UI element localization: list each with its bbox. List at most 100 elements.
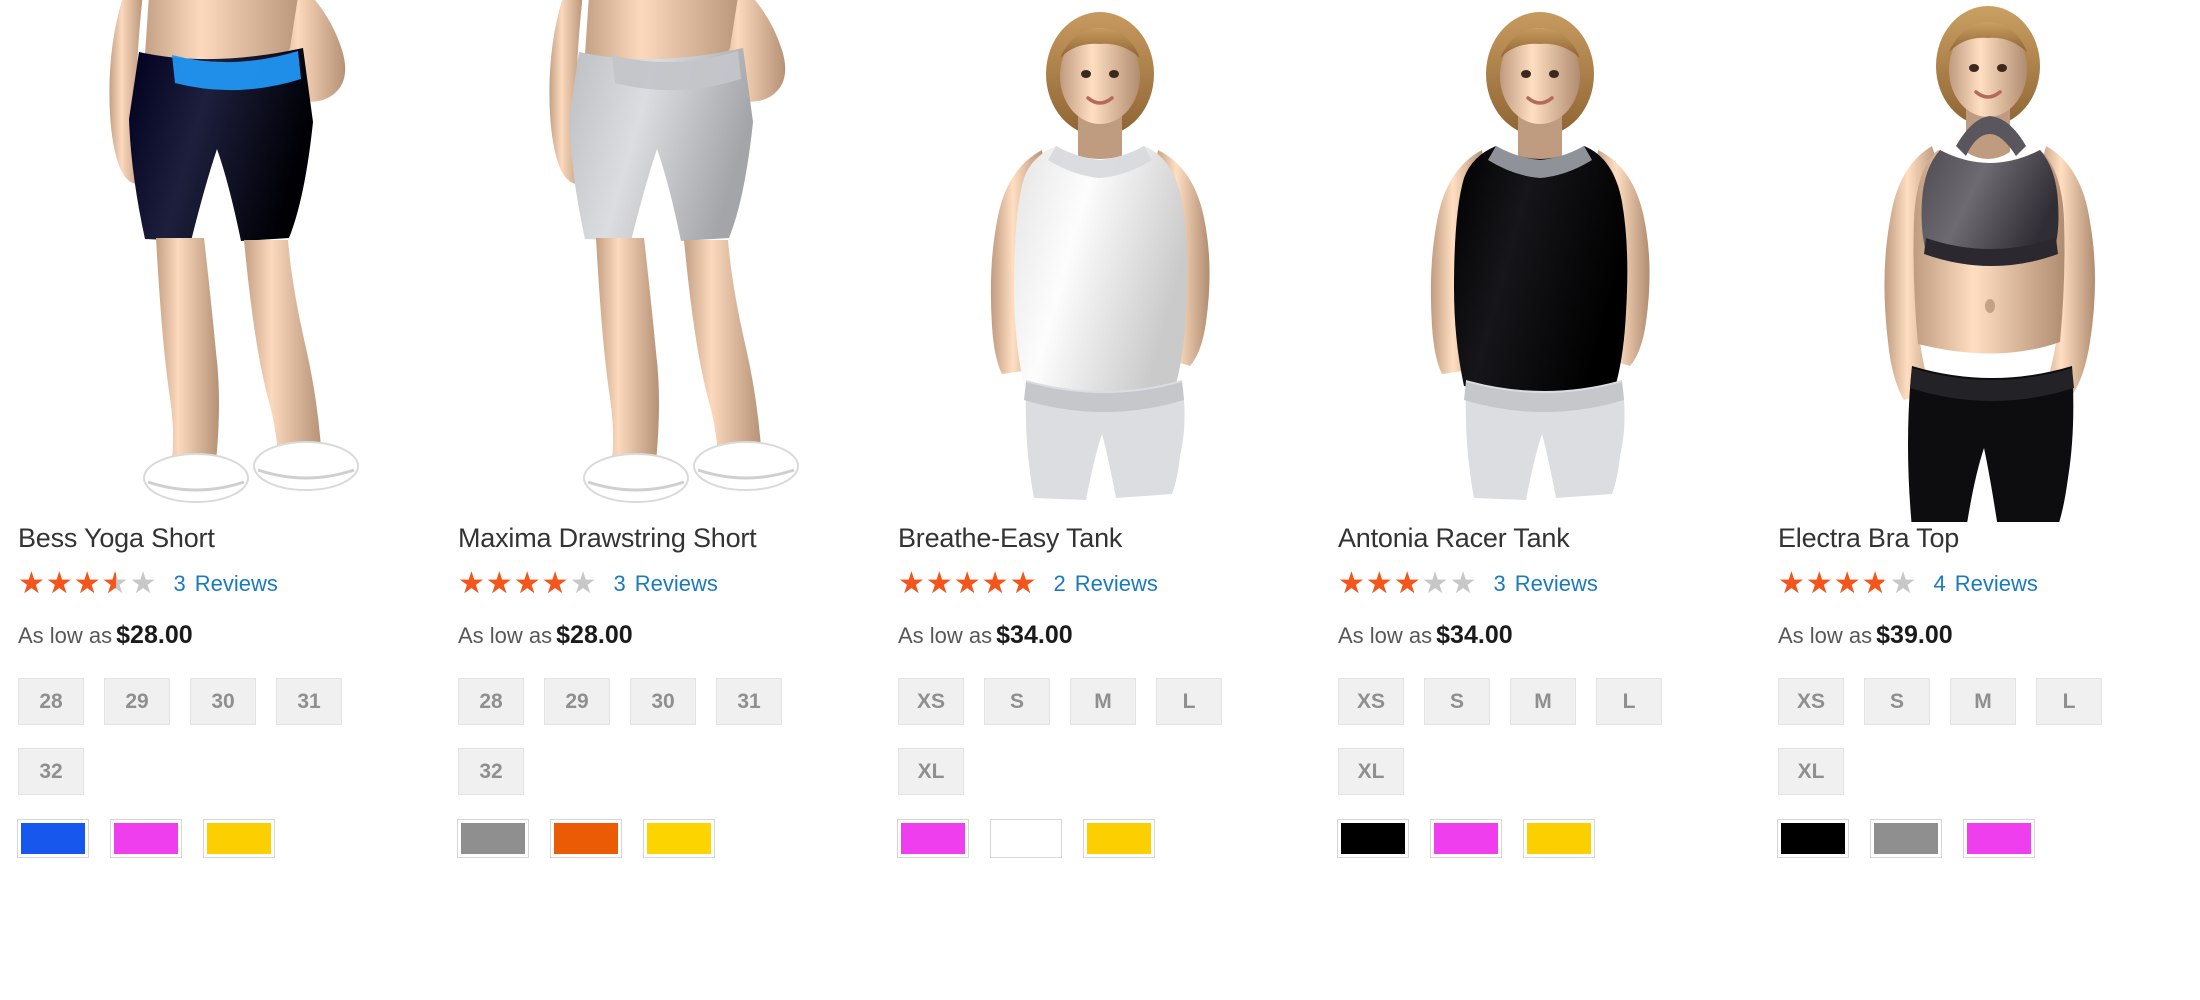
product-info: Electra Bra Top ★★★★★★★★★★ 4 Reviews As low … — [1760, 522, 2200, 858]
color-swatch-option[interactable] — [643, 819, 715, 858]
size-swatch-group: 28 29 30 31 32 — [458, 678, 858, 818]
price-amount: $28.00 — [556, 621, 633, 649]
size-swatch-option[interactable]: XL — [898, 748, 964, 795]
product-photo-link[interactable] — [0, 0, 440, 522]
color-swatch-option[interactable] — [1430, 819, 1502, 858]
product-card[interactable]: Maxima Drawstring Short ★★★★★★★★★★ 3 Review… — [440, 0, 880, 1000]
color-swatch-option[interactable] — [1083, 819, 1155, 858]
star-rating-filled: ★★★★★ — [1338, 570, 1422, 598]
star-rating[interactable]: ★★★★★★★★★★ — [18, 569, 157, 599]
color-swatch-option[interactable] — [203, 819, 275, 858]
color-swatch-group — [1337, 819, 1742, 858]
size-swatch-option[interactable]: 32 — [18, 748, 84, 795]
product-name-link[interactable]: Electra Bra Top — [1778, 523, 1959, 553]
product-card[interactable]: Antonia Racer Tank ★★★★★★★★★★ 3 Reviews As l… — [1320, 0, 1760, 1000]
size-swatch-option[interactable]: 32 — [458, 748, 524, 795]
product-photo-link[interactable] — [1320, 0, 1760, 522]
size-swatch-option[interactable]: M — [1510, 678, 1576, 725]
price-row: As low as $28.00 — [18, 621, 422, 650]
product-name-link[interactable]: Maxima Drawstring Short — [458, 523, 757, 553]
price-prefix-label: As low as — [1338, 623, 1433, 648]
product-card[interactable]: Breathe-Easy Tank ★★★★★ ★★★★★ 2 Reviews As lo… — [880, 0, 1320, 1000]
reviews-link[interactable]: Reviews — [1955, 570, 2038, 598]
size-swatch-option[interactable]: 28 — [458, 678, 524, 725]
product-card[interactable]: Electra Bra Top ★★★★★★★★★★ 4 Reviews As low … — [1760, 0, 2200, 1000]
product-name-link[interactable]: Bess Yoga Short — [18, 523, 215, 553]
price-row: As low as $28.00 — [458, 621, 862, 650]
size-swatch-option[interactable]: XS — [898, 678, 964, 725]
product-info: Antonia Racer Tank ★★★★★★★★★★ 3 Reviews As l… — [1320, 522, 1760, 858]
reviews-link[interactable]: Reviews — [195, 570, 278, 598]
color-swatch-option[interactable] — [110, 819, 182, 858]
product-photo-link[interactable] — [440, 0, 880, 522]
size-swatch-option[interactable]: S — [1864, 678, 1930, 725]
star-rating[interactable]: ★★★★★★★★★★ — [458, 569, 597, 599]
size-swatch-option[interactable]: XL — [1778, 748, 1844, 795]
price-row: As low as $34.00 — [1338, 621, 1742, 650]
review-count[interactable]: 3 — [1493, 570, 1505, 598]
color-swatch-option[interactable] — [1870, 819, 1942, 858]
size-swatch-option[interactable]: 30 — [190, 678, 256, 725]
review-count[interactable]: 4 — [1933, 570, 1945, 598]
size-swatch-option[interactable]: 31 — [716, 678, 782, 725]
color-swatch-option[interactable] — [550, 819, 622, 858]
color-swatch-group — [1777, 819, 2182, 858]
size-swatch-option[interactable]: 31 — [276, 678, 342, 725]
product-name-link[interactable]: Breathe-Easy Tank — [898, 523, 1122, 553]
color-swatch-group — [17, 819, 422, 858]
rating-row: ★★★★★★★★★★ 3 Reviews — [1338, 569, 1742, 599]
review-count[interactable]: 2 — [1053, 570, 1065, 598]
star-rating[interactable]: ★★★★★★★★★★ — [1338, 569, 1477, 599]
product-photo-link[interactable] — [1760, 0, 2200, 522]
size-swatch-option[interactable]: M — [1950, 678, 2016, 725]
price-amount: $34.00 — [1436, 621, 1513, 649]
reviews-link[interactable]: Reviews — [635, 570, 718, 598]
rating-row: ★★★★★★★★★★ 3 Reviews — [18, 569, 422, 599]
size-swatch-option[interactable]: 29 — [104, 678, 170, 725]
size-swatch-option[interactable]: L — [1596, 678, 1662, 725]
color-swatch-option[interactable] — [457, 819, 529, 858]
size-swatch-group: XS S M L XL — [1778, 678, 2178, 818]
review-count[interactable]: 3 — [173, 570, 185, 598]
size-swatch-option[interactable]: L — [2036, 678, 2102, 725]
rating-row: ★★★★★ ★★★★★ 2 Reviews — [898, 569, 1302, 599]
star-rating[interactable]: ★★★★★★★★★★ — [898, 569, 1037, 599]
size-swatch-option[interactable]: XS — [1778, 678, 1844, 725]
size-swatch-option[interactable]: S — [984, 678, 1050, 725]
product-photo-link[interactable] — [880, 0, 1320, 522]
color-swatch-option[interactable] — [1337, 819, 1409, 858]
star-rating-filled: ★★★★★ — [18, 570, 116, 598]
color-swatch-option[interactable] — [897, 819, 969, 858]
size-swatch-option[interactable]: M — [1070, 678, 1136, 725]
size-swatch-option[interactable]: 30 — [630, 678, 696, 725]
price-amount: $28.00 — [116, 621, 193, 649]
color-swatch-option[interactable] — [990, 819, 1062, 858]
reviews-link[interactable]: Reviews — [1075, 570, 1158, 598]
color-swatch-group — [457, 819, 862, 858]
star-rating[interactable]: ★★★★★★★★★★ — [1778, 569, 1917, 599]
size-swatch-group: XS S M L XL — [898, 678, 1298, 818]
size-swatch-group: XS S M L XL — [1338, 678, 1738, 818]
size-swatch-option[interactable]: XL — [1338, 748, 1404, 795]
price-amount: $34.00 — [996, 621, 1073, 649]
product-name-link[interactable]: Antonia Racer Tank — [1338, 523, 1570, 553]
price-row: As low as $39.00 — [1778, 621, 2182, 650]
star-rating-filled: ★★★★★ — [458, 570, 570, 598]
size-swatch-option[interactable]: 29 — [544, 678, 610, 725]
color-swatch-option[interactable] — [1963, 819, 2035, 858]
review-count[interactable]: 3 — [613, 570, 625, 598]
color-swatch-option[interactable] — [1777, 819, 1849, 858]
color-swatch-option[interactable] — [17, 819, 89, 858]
color-swatch-option[interactable] — [1523, 819, 1595, 858]
product-info: Bess Yoga Short ★★★★★★★★★★ 3 Reviews As low … — [0, 522, 440, 858]
size-swatch-option[interactable]: S — [1424, 678, 1490, 725]
product-card[interactable]: Bess Yoga Short ★★★★★★★★★★ 3 Reviews As low … — [0, 0, 440, 1000]
size-swatch-option[interactable]: XS — [1338, 678, 1404, 725]
price-prefix-label: As low as — [458, 623, 553, 648]
reviews-link[interactable]: Reviews — [1515, 570, 1598, 598]
size-swatch-option[interactable]: 28 — [18, 678, 84, 725]
size-swatch-option[interactable]: L — [1156, 678, 1222, 725]
star-rating-filled: ★★★★★ — [1778, 570, 1884, 598]
product-info: Breathe-Easy Tank ★★★★★ ★★★★★ 2 Reviews As lo… — [880, 522, 1320, 858]
color-swatch-group — [897, 819, 1302, 858]
